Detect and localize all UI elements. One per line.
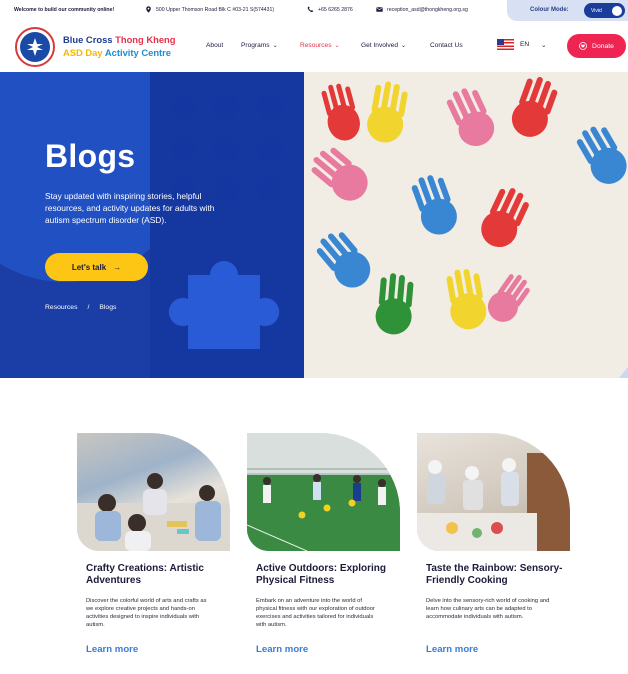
decor-dot: [214, 95, 239, 120]
breadcrumb: Resources / Blogs: [45, 304, 116, 311]
nav-resources[interactable]: Resources ⌄: [300, 42, 340, 49]
blog-card-excerpt: Embark on an adventure into the world of…: [256, 598, 375, 628]
crafts-photo-illustration: [77, 473, 230, 551]
phone-item[interactable]: +65 6265 2876: [307, 6, 353, 13]
chevron-down-icon: ⌄: [401, 43, 407, 49]
nav-programs[interactable]: Programs ⌄: [241, 42, 278, 49]
blog-card-excerpt: Discover the colorful world of arts and …: [86, 598, 207, 628]
address-item[interactable]: 500 Upper Thomson Road Blk C #03-21 S(57…: [145, 6, 274, 13]
brand-name[interactable]: Blue Cross Thong Kheng ASD Day Activity …: [63, 33, 176, 59]
brand-line2-a: ASD Day: [63, 47, 105, 58]
outdoors-photo-illustration: [247, 433, 400, 551]
welcome-text: Welcome to build our community online!: [14, 7, 115, 13]
nav-resources-label: Resources: [300, 42, 332, 49]
decor-dot: [171, 95, 196, 120]
heart-hand-icon: [579, 42, 587, 50]
hero-image-handprints: [304, 72, 628, 378]
nav-get-involved-label: Get Involved: [361, 42, 399, 49]
colour-mode-toggle[interactable]: Vivid: [584, 3, 625, 18]
learn-more-link[interactable]: Learn more: [256, 644, 308, 655]
chevron-down-icon: ⌄: [541, 41, 547, 49]
cooking-photo-illustration: [417, 453, 570, 551]
language-label: EN: [520, 41, 530, 48]
phone-icon: [307, 6, 314, 13]
painted-handprints-illustration: [311, 76, 627, 335]
decor-dot: [171, 136, 196, 161]
site-header: Blue Cross Thong Kheng ASD Day Activity …: [0, 21, 628, 72]
breadcrumb-current: Blogs: [99, 304, 117, 311]
email-text: reception_asd@thongkheng.org.sg: [387, 6, 468, 13]
blog-card-excerpt: Delve into the sensory-rich world of coo…: [426, 598, 550, 620]
uk-flag-icon: [497, 39, 514, 50]
cross-icon: [27, 38, 43, 56]
brand-line1-b: Thong Kheng: [115, 34, 176, 45]
decor-dot: [214, 136, 239, 161]
brand-line2-b: Activity Centre: [104, 47, 172, 58]
lets-talk-label: Let's talk: [71, 262, 107, 272]
chevron-down-icon: ⌄: [272, 43, 278, 49]
location-pin-icon: [146, 6, 151, 13]
top-info-bar: Welcome to build our community online! 5…: [0, 0, 628, 21]
blog-card-title[interactable]: Crafty Creations: Artistic Adventures: [86, 563, 246, 587]
blog-card-title[interactable]: Taste the Rainbow: Sensory-Friendly Cook…: [426, 563, 586, 587]
nav-get-involved[interactable]: Get Involved ⌄: [361, 42, 406, 49]
breadcrumb-resources[interactable]: Resources: [45, 304, 78, 311]
language-selector[interactable]: EN ⌄: [497, 39, 547, 50]
lets-talk-button[interactable]: Let's talk →: [45, 253, 148, 281]
decor-dot: [257, 136, 282, 161]
mail-icon: [376, 7, 383, 12]
decor-dot: [257, 177, 282, 202]
toggle-knob: [612, 5, 622, 16]
logo[interactable]: [15, 27, 55, 67]
nav-contact[interactable]: Contact Us: [430, 42, 463, 49]
blog-card-image-outdoors[interactable]: [247, 433, 400, 551]
blog-card-image-crafts[interactable]: [77, 433, 230, 551]
arrow-right-icon: →: [113, 262, 122, 272]
blog-card-title[interactable]: Active Outdoors: Exploring Physical Fitn…: [256, 563, 416, 587]
donate-button[interactable]: Donate: [567, 34, 626, 58]
breadcrumb-separator: /: [87, 304, 90, 311]
colour-mode-value: Vivid: [591, 7, 602, 14]
email-item[interactable]: reception_asd@thongkheng.org.sg: [376, 6, 468, 13]
nav-about-label: About: [206, 42, 224, 49]
donate-label: Donate: [592, 42, 614, 50]
decor-dot: [257, 95, 282, 120]
phone-text: +65 6265 2876: [318, 6, 353, 13]
chevron-down-icon: ⌄: [334, 43, 340, 49]
nav-programs-label: Programs: [241, 42, 270, 49]
page-title: Blogs: [45, 138, 136, 174]
nav-about[interactable]: About: [206, 42, 223, 49]
logo-emblem: [20, 32, 50, 62]
colour-mode-label: Colour Mode:: [530, 7, 569, 13]
hero-description: Stay updated with inspiring stories, hel…: [45, 191, 215, 225]
puzzle-piece-icon: [168, 261, 280, 349]
nav-contact-label: Contact Us: [430, 42, 463, 49]
address-text: 500 Upper Thomson Road Blk C #03-21 S(57…: [156, 6, 275, 13]
hero-section: Blogs Stay updated with inspiring storie…: [0, 72, 628, 378]
learn-more-link[interactable]: Learn more: [426, 644, 478, 655]
learn-more-link[interactable]: Learn more: [86, 644, 138, 655]
blog-card-image-cooking[interactable]: [417, 433, 570, 551]
brand-line1-a: Blue Cross: [63, 34, 116, 45]
